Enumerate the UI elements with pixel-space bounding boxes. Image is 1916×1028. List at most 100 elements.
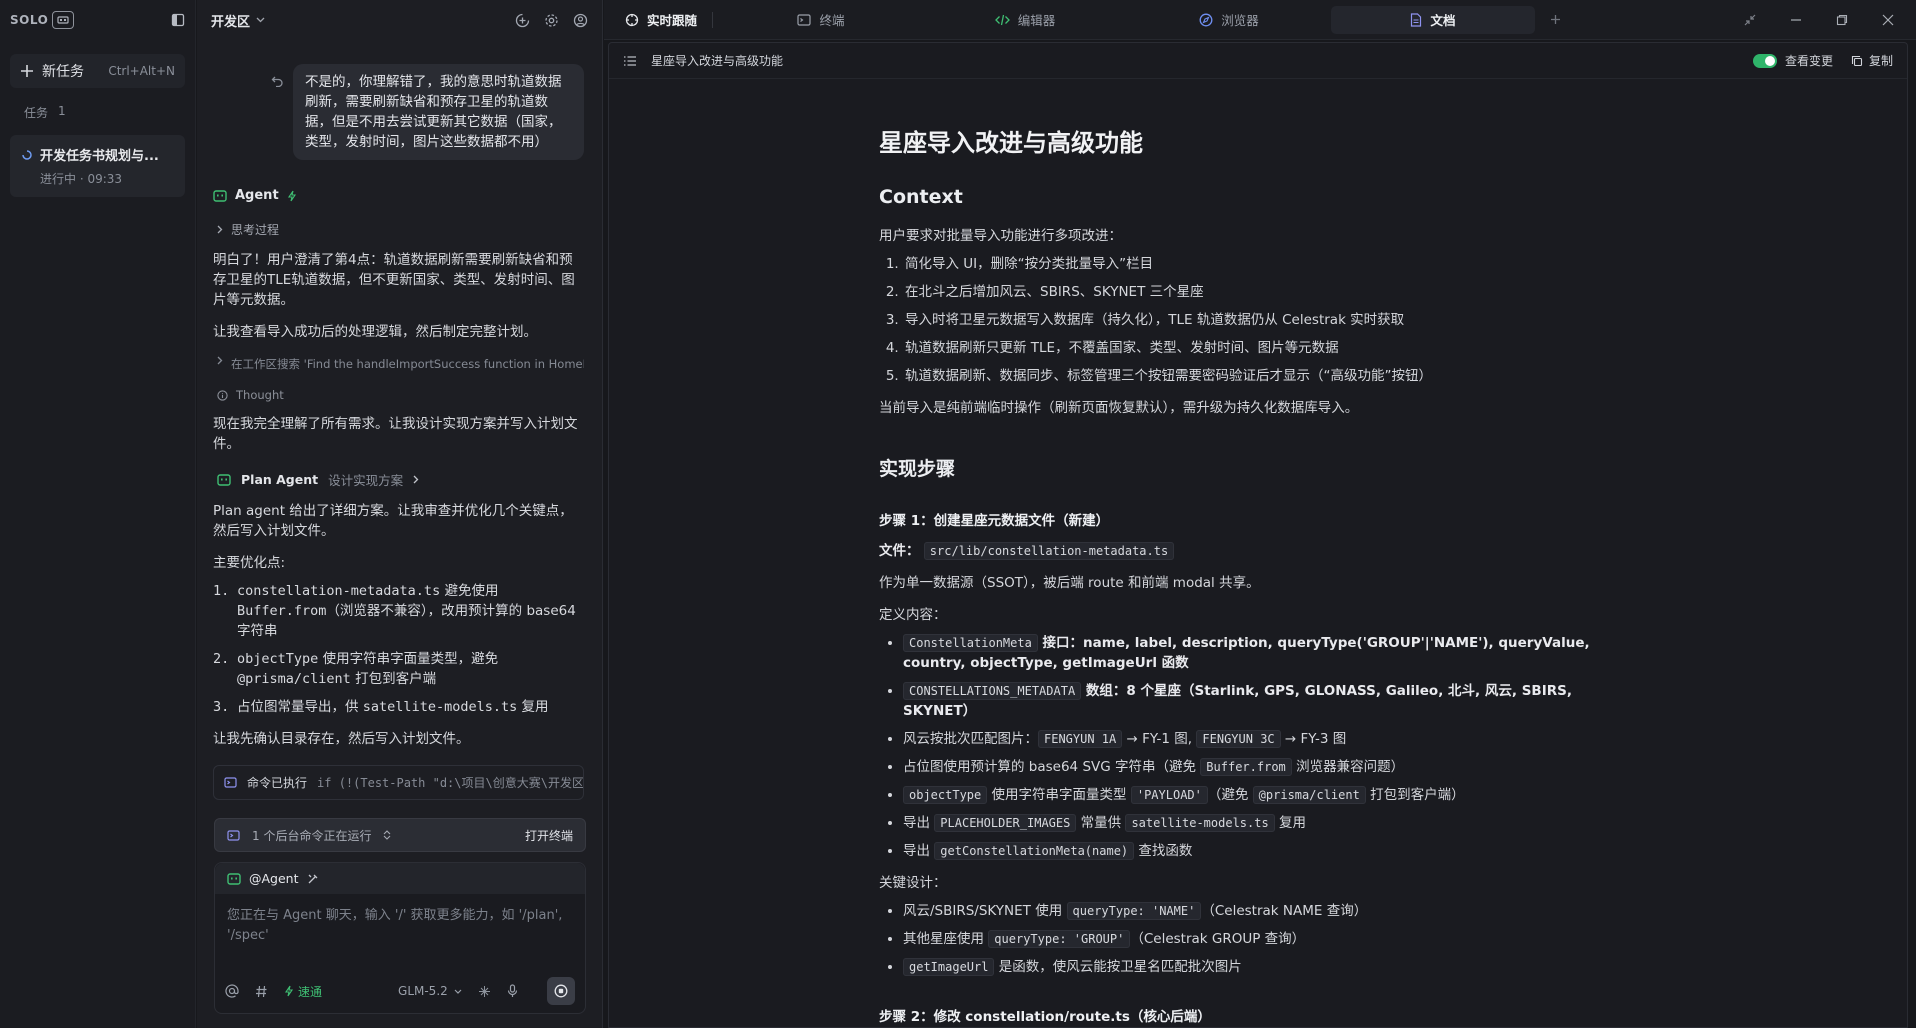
agent-icon: [227, 872, 241, 885]
agent-text: 让我先确认目录存在，然后写入计划文件。: [213, 731, 470, 747]
thinking-toggle[interactable]: 思考过程: [213, 221, 584, 238]
stop-icon: [554, 984, 568, 998]
terminal-icon: [227, 829, 240, 841]
new-task-button[interactable]: 新任务 Ctrl+Alt+N: [10, 54, 185, 88]
command-executed-card[interactable]: 命令已执行 if (!(Test-Path "d:\项目\创意大赛\开发区\.t…: [213, 765, 584, 800]
inline-code: 'PAYLOAD': [1130, 786, 1208, 804]
lightning-icon: [284, 985, 294, 997]
workspace-selector[interactable]: 开发区: [211, 11, 265, 30]
chevron-down-icon: [454, 989, 462, 994]
microphone-icon[interactable]: [507, 984, 518, 998]
file-icon: [1410, 12, 1422, 27]
inline-code: @prisma/client: [1252, 786, 1366, 804]
toggle-switch[interactable]: [1752, 53, 1777, 68]
document-toolbar: 星座导入改进与高级功能 查看变更 复制: [609, 43, 1907, 79]
chevron-down-icon: [256, 17, 265, 23]
new-task-shortcut: Ctrl+Alt+N: [108, 64, 175, 78]
collapse-icon[interactable]: [1744, 14, 1756, 26]
file-label: 文件：: [879, 543, 920, 559]
app-logo: SOLO: [10, 11, 75, 29]
inline-code: src/lib/constellation-metadata.ts: [923, 542, 1175, 560]
view-changes-toggle[interactable]: 查看变更 复制: [1752, 52, 1893, 69]
open-terminal-button[interactable]: 打开终端: [525, 827, 573, 844]
agent-header: Agent: [213, 188, 584, 203]
doc-section-heading: Context: [879, 186, 963, 208]
agent-icon: [217, 473, 231, 486]
chat-input[interactable]: 您正在与 Agent 聊天，输入 '/' 获取更多能力，如 '/plan', '…: [215, 894, 585, 958]
tasks-header: 任务 1: [0, 88, 195, 127]
chat-input-box[interactable]: @Agent 您正在与 Agent 聊天，输入 '/' 获取更多能力，如 '/p…: [214, 862, 586, 1014]
inline-code: ConstellationMeta: [903, 634, 1038, 652]
inline-code: PLACEHOLDER_IMAGES: [934, 814, 1077, 832]
list-text: 打包到客户端: [350, 671, 437, 687]
new-chat-icon[interactable]: [515, 13, 530, 28]
list-item: 3. 占位图常量导出，供 satellite-models.ts 复用: [213, 697, 584, 717]
inline-code: getConstellationMeta(name): [934, 842, 1135, 860]
doc-section-heading: 实现步骤: [879, 458, 956, 480]
sparkle-icon[interactable]: [478, 985, 491, 998]
thought-item[interactable]: Thought: [213, 388, 584, 402]
add-tab-button[interactable]: [1535, 6, 1575, 34]
sidebar-toggle-icon[interactable]: [171, 13, 185, 27]
inline-code: FENGYUN 1A: [1038, 730, 1123, 748]
stop-button[interactable]: [547, 977, 575, 1005]
mention-icon[interactable]: [225, 984, 239, 998]
tab-document[interactable]: 文档: [1331, 5, 1535, 34]
expand-icon[interactable]: [383, 830, 391, 840]
inline-code: queryType: 'NAME': [1066, 902, 1202, 920]
outline-icon[interactable]: [623, 55, 637, 67]
definition-list: ConstellationMeta 接口：name, label, descri…: [879, 633, 1639, 861]
tools-icon[interactable]: [307, 873, 319, 885]
tab-browser[interactable]: 浏览器: [1127, 6, 1331, 34]
document-title: 星座导入改进与高级功能: [651, 54, 784, 68]
list-item: 风云按批次匹配图片：FENGYUN 1A → FY-1 图, FENGYUN 3…: [903, 729, 1639, 749]
task-item[interactable]: 开发任务书规划与... 进行中 · 09:33: [10, 135, 185, 197]
lightning-icon: [287, 190, 297, 202]
tasks-label: 任务: [24, 106, 49, 120]
document-viewer[interactable]: 星座导入改进与高级功能 查看变更 复制 星座导入改进与高级功能 Context …: [608, 42, 1908, 1028]
input-agent-label: @Agent: [249, 871, 299, 886]
list-text: 风云/SBIRS/SKYNET 使用: [903, 903, 1067, 919]
search-step[interactable]: 在工作区搜索 'Find the handleImportSuccess fun…: [213, 356, 584, 372]
hash-icon[interactable]: [255, 985, 268, 998]
model-selector[interactable]: GLM-5.2: [398, 984, 462, 998]
agent-label: Agent: [235, 188, 279, 203]
inline-code: FENGYUN 3C: [1196, 730, 1281, 748]
list-text: 占位图使用预计算的 base64 SVG 字符串（避免: [903, 759, 1201, 775]
restore-icon[interactable]: [1836, 14, 1848, 26]
list-text: 避免使用: [440, 583, 499, 599]
close-icon[interactable]: [1882, 14, 1894, 26]
tab-terminal[interactable]: 终端: [719, 6, 923, 34]
list-text: （Celestrak GROUP 查询）: [1130, 931, 1306, 947]
plan-agent-link[interactable]: Plan Agent 设计实现方案: [213, 470, 584, 489]
doc-paragraph: 用户要求对批量导入功能进行多项改进：: [879, 228, 1122, 244]
model-name: GLM-5.2: [398, 984, 448, 998]
task-title: 开发任务书规划与...: [40, 149, 159, 164]
target-icon: [625, 13, 639, 27]
copy-button[interactable]: 复制: [1851, 52, 1893, 69]
inline-code: objectType: [237, 651, 319, 667]
chat-messages[interactable]: 不是的，你理解错了，我的意思时轨道数据刷新，需要刷新缺省和预存卫星的轨道数据，但…: [197, 40, 602, 805]
list-text: → FY-1 图,: [1122, 731, 1197, 747]
tab-live-follow[interactable]: 实时跟随: [616, 6, 706, 34]
doc-paragraph: 关键设计：: [879, 875, 947, 891]
minimize-icon[interactable]: [1790, 14, 1802, 26]
list-item: 导出 PLACEHOLDER_IMAGES 常量供 satellite-mode…: [903, 813, 1639, 833]
undo-icon[interactable]: [271, 74, 284, 87]
background-commands-label: 1 个后台命令正在运行: [252, 828, 372, 843]
list-text: 复用: [517, 699, 549, 715]
input-agent-header: @Agent: [215, 863, 585, 894]
account-icon[interactable]: [573, 13, 588, 28]
fast-mode-toggle[interactable]: 速通: [284, 983, 322, 1000]
logo-text: SOLO: [10, 13, 49, 27]
terminal-icon: [224, 777, 237, 788]
list-item: 导入时将卫星元数据写入数据库（持久化），TLE 轨道数据仍从 Celestrak…: [903, 310, 1639, 330]
list-item: 轨道数据刷新、数据同步、标签管理三个按钮需要密码验证后才显示（“高级功能”按钮）: [903, 366, 1639, 386]
inline-code: queryType: 'GROUP': [988, 930, 1131, 948]
plus-icon: [1550, 14, 1561, 25]
tab-editor[interactable]: 编辑器: [923, 6, 1127, 34]
step-heading: 步骤 1：创建星座元数据文件（新建）: [879, 513, 1110, 529]
loading-spinner-icon: [22, 149, 32, 160]
gear-icon[interactable]: [544, 13, 559, 28]
background-commands-bar[interactable]: 1 个后台命令正在运行 打开终端: [214, 818, 586, 852]
